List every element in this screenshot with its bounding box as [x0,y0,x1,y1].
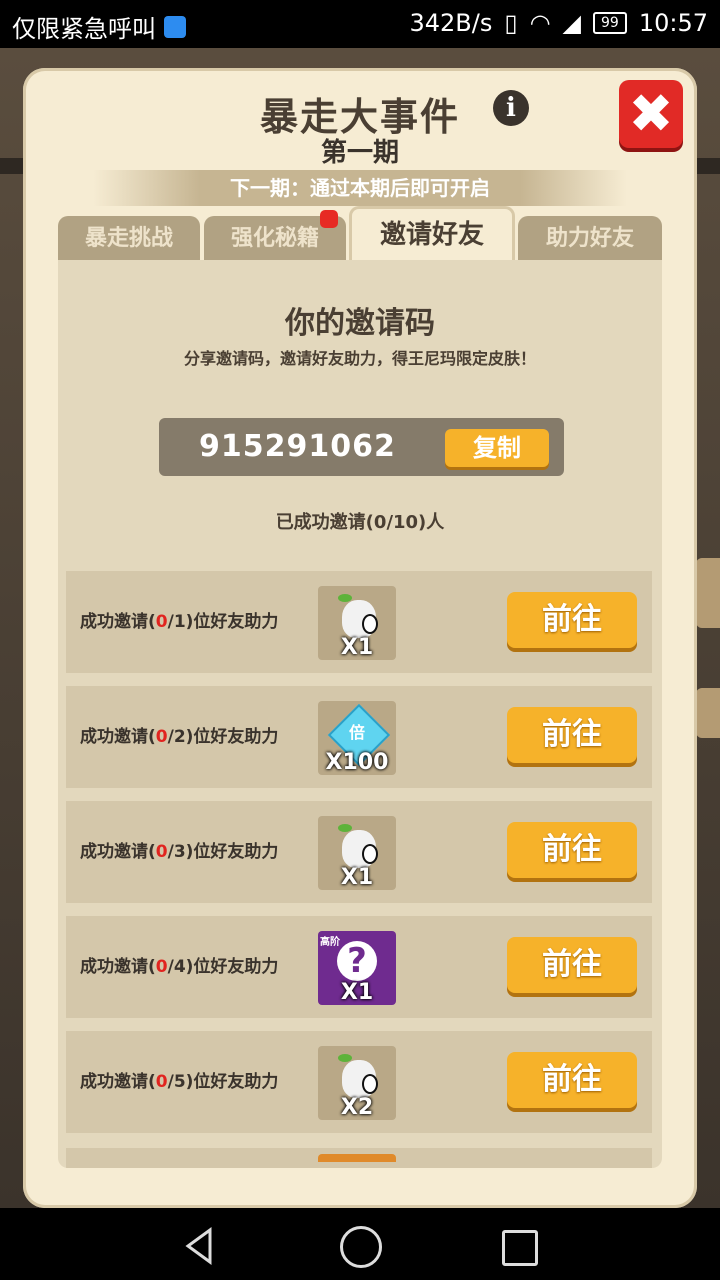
health-app-icon [164,15,186,38]
tab-challenge[interactable]: 暴走挑战 [58,216,200,260]
list-item-partial [66,1148,652,1168]
invite-panel: 你的邀请码 分享邀请码，邀请好友助力，得王尼玛限定皮肤！ 915291062 复… [58,260,662,1168]
ghost-eye-icon [362,614,378,634]
net-speed: 342B/s [409,9,493,37]
task-text: 成功邀请(0/5)位好友助力 [80,1072,279,1092]
event-modal: 暴走大事件 i ✖ 第一期 下一期：通过本期后即可开启 暴走挑战 强化秘籍 邀请… [23,68,697,1208]
battery-icon: 99 [593,12,627,34]
go-button[interactable]: 前往 [507,592,637,648]
invite-code: 915291062 [199,429,396,464]
task-text: 成功邀请(0/4)位好友助力 [80,957,279,977]
navigation-bar [0,1208,720,1280]
reward-item[interactable]: 倍 X100 [318,701,396,775]
clock: 10:57 [638,9,708,37]
reward-quantity: X1 [340,865,374,890]
list-item: 成功邀请(0/5)位好友助力 X2 前往 [66,1031,652,1133]
list-item: 成功邀请(0/4)位好友助力 高阶 ? X1 前往 [66,916,652,1018]
reward-quantity: X2 [340,1095,374,1120]
reward-quantity: X1 [340,635,374,660]
invite-code-box: 915291062 复制 [159,418,564,476]
mystery-box-icon: ? [337,941,377,981]
gem-label: 倍 [348,723,365,742]
reward-item-partial [318,1154,396,1162]
background-side-panel [696,688,720,738]
ghost-eye-icon [362,1074,378,1094]
invite-success-count: 已成功邀请(0/10)人 [275,512,445,533]
list-item: 成功邀请(0/2)位好友助力 倍 X100 前往 [66,686,652,788]
reward-item[interactable]: X1 [318,816,396,890]
status-bar: 仅限紧急呼叫 342B/s ▯ ◠ ◢ 99 10:57 [0,0,720,48]
next-period-banner: 下一期：通过本期后即可开启 [93,170,627,206]
carrier-text: 仅限紧急呼叫 [12,15,156,43]
modal-subtitle: 第一期 [320,138,399,168]
invite-code-heading: 你的邀请码 [285,306,435,341]
invite-description: 分享邀请码，邀请好友助力，得王尼玛限定皮肤！ [183,349,536,368]
task-text: 成功邀请(0/3)位好友助力 [80,842,279,862]
back-icon[interactable] [180,1226,220,1266]
rank-label: 高阶 [320,937,340,948]
task-text: 成功邀请(0/1)位好友助力 [80,612,279,632]
reward-item[interactable]: X2 [318,1046,396,1120]
go-button[interactable]: 前往 [507,822,637,878]
reward-item[interactable]: 高阶 ? X1 [318,931,396,1005]
go-button[interactable]: 前往 [507,1052,637,1108]
reward-quantity: X1 [340,980,374,1005]
wifi-icon: ◠ [529,9,551,37]
notification-badge [320,210,338,228]
tab-invite-friends[interactable]: 邀请好友 [349,206,515,260]
info-icon[interactable]: i [493,90,529,126]
ghost-eye-icon [362,844,378,864]
vibrate-icon: ▯ [504,9,518,37]
background-side-panel [696,558,720,628]
home-icon[interactable] [340,1226,382,1268]
task-text: 成功邀请(0/2)位好友助力 [80,727,279,747]
copy-button[interactable]: 复制 [445,429,549,467]
reward-item[interactable]: X1 [318,586,396,660]
tab-bar: 暴走挑战 强化秘籍 邀请好友 助力好友 [58,206,662,260]
tab-assist-friends[interactable]: 助力好友 [518,216,662,260]
go-button[interactable]: 前往 [507,937,637,993]
reward-quantity: X100 [325,750,389,775]
list-item: 成功邀请(0/3)位好友助力 X1 前往 [66,801,652,903]
go-button[interactable]: 前往 [507,707,637,763]
list-item: 成功邀请(0/1)位好友助力 X1 前往 [66,571,652,673]
signal-icon: ◢ [562,9,581,37]
recent-apps-icon[interactable] [502,1230,538,1266]
